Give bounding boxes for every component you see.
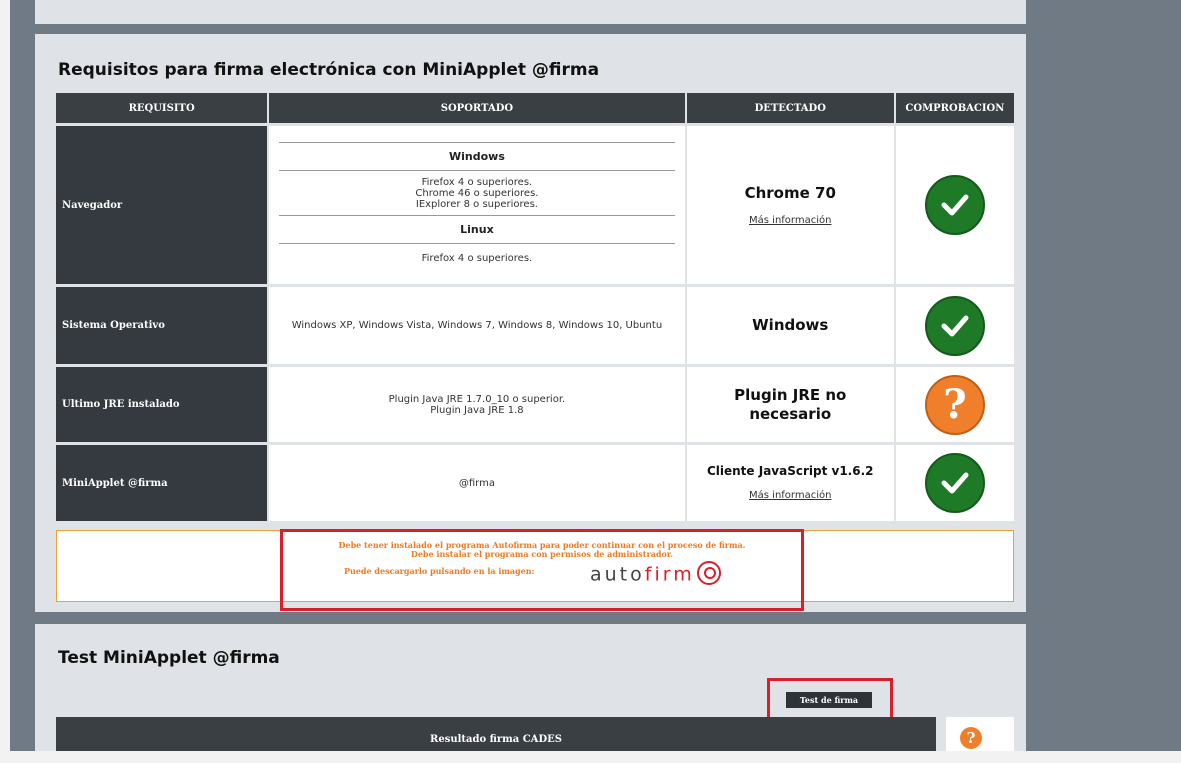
header-soportado: SOPORTADO	[269, 93, 687, 123]
supported-text: @firma	[458, 477, 495, 489]
detected-cell: Cliente JavaScript v1.6.2 Más informació…	[686, 442, 896, 521]
table-row-jre: Ultimo JRE instalado Plugin Java JRE 1.7…	[56, 364, 1014, 442]
detected-value: Cliente JavaScript v1.6.2	[706, 464, 874, 478]
requirement-name: Sistema Operativo	[56, 284, 270, 364]
supported-cell: Windows XP, Windows Vista, Windows 7, Wi…	[269, 284, 687, 364]
question-icon: ?	[924, 374, 985, 435]
detected-cell: Windows	[686, 284, 896, 364]
detected-cell: Plugin JRE no necesario	[686, 364, 896, 442]
check-cell	[895, 284, 1014, 364]
detected-value: Windows	[752, 316, 829, 334]
test-title: Test MiniApplet @firma	[58, 648, 280, 668]
check-ok-icon	[924, 453, 985, 513]
supported-line: Plugin Java JRE 1.8	[430, 404, 524, 416]
notice-line: Debe instalar el programa con permisos d…	[410, 549, 674, 559]
requirement-name: MiniApplet @firma	[56, 442, 270, 521]
check-cell	[895, 442, 1014, 521]
supported-cell: @firma	[269, 442, 687, 521]
os-linux-label: Linux	[460, 222, 494, 236]
table-row-miniapplet: MiniApplet @firma @firma Cliente JavaScr…	[56, 442, 1014, 521]
detected-cell: Chrome 70 Más información	[686, 123, 896, 284]
check-ok-icon	[924, 175, 985, 235]
more-info-link[interactable]: Más información	[749, 490, 831, 501]
logo-suffix: firm	[644, 563, 695, 586]
table-row-sistema-operativo: Sistema Operativo Windows XP, Windows Vi…	[56, 284, 1014, 364]
os-windows-label: Windows	[448, 149, 505, 163]
header-detectado: DETECTADO	[686, 93, 896, 123]
requirement-name: Navegador	[56, 123, 270, 284]
autofirma-logo-link[interactable]: autofirm	[590, 561, 721, 587]
supported-browser-line: IExplorer 8 o superiores.	[415, 198, 538, 210]
requirements-title: Requisitos para firma electrónica con Mi…	[58, 60, 600, 80]
supported-cell: Plugin Java JRE 1.7.0_10 o superior. Plu…	[269, 364, 687, 442]
supported-line: Plugin Java JRE 1.7.0_10 o superior.	[388, 393, 566, 405]
notice-text: Debe tener instalado el programa Autofir…	[280, 541, 804, 559]
question-icon: ?	[960, 727, 982, 749]
download-label: Puede descargarlo pulsando en la imagen:	[344, 566, 535, 576]
detected-value: Chrome 70	[744, 183, 836, 202]
test-signature-button[interactable]: Test de firma	[786, 692, 872, 708]
requirements-table: REQUISITO SOPORTADO DETECTADO COMPROBACI…	[56, 93, 1014, 521]
supported-browser-line: Firefox 4 o superiores.	[421, 176, 533, 188]
requirement-name: Ultimo JRE instalado	[56, 364, 270, 442]
table-header-row: REQUISITO SOPORTADO DETECTADO COMPROBACI…	[56, 93, 1014, 123]
more-info-link[interactable]: Más información	[749, 215, 831, 226]
table-row-navegador: Navegador Windows Firefox 4 o superiores…	[56, 123, 1014, 284]
header-comprobacion: COMPROBACION	[895, 93, 1014, 123]
detected-value: Plugin JRE no necesario	[734, 385, 847, 423]
supported-browser-line: Chrome 46 o superiores.	[415, 187, 539, 199]
top-panel	[35, 0, 1026, 24]
autofirma-logo-icon	[696, 561, 721, 585]
check-ok-icon	[924, 295, 985, 356]
header-requisito: REQUISITO	[56, 93, 270, 123]
supported-text: Windows XP, Windows Vista, Windows 7, Wi…	[291, 319, 663, 331]
check-cell: ?	[895, 364, 1014, 442]
supported-browser-line: Firefox 4 o superiores.	[421, 252, 533, 264]
supported-cell: Windows Firefox 4 o superiores. Chrome 4…	[269, 123, 687, 284]
result-cades-header: Resultado firma CADES	[56, 717, 936, 751]
logo-prefix: auto	[590, 563, 645, 586]
check-cell	[895, 123, 1014, 284]
